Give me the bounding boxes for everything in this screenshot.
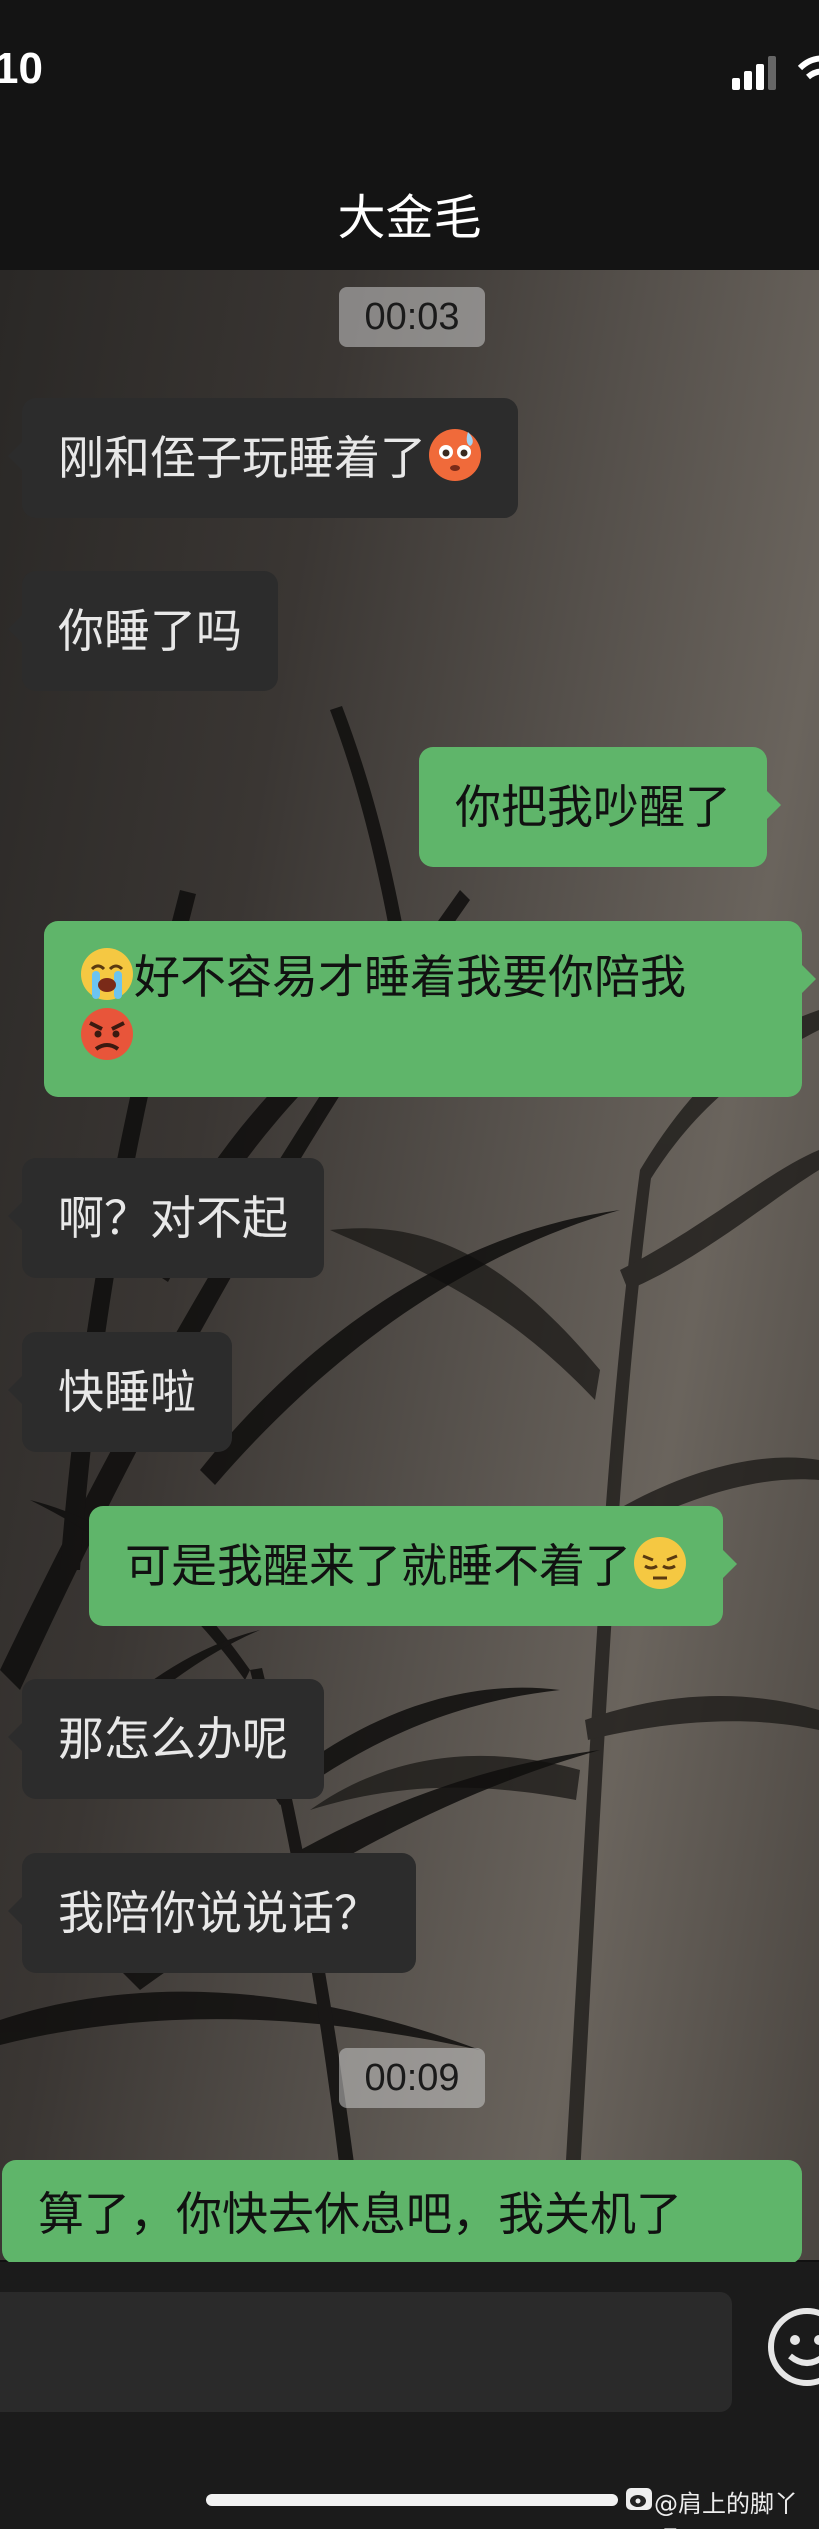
message-input[interactable] bbox=[0, 2292, 732, 2412]
message-text: 可是我醒来了就睡不着了 bbox=[125, 1539, 631, 1593]
incoming-message[interactable]: 刚和侄子玩睡着了 bbox=[8, 398, 518, 518]
status-time: 10 bbox=[0, 44, 43, 93]
pensive-face-emoji bbox=[634, 1537, 686, 1589]
message-text: 算了，你快去休息吧，我关机了 bbox=[38, 2187, 682, 2241]
message-text: 刚和侄子玩睡着了 bbox=[58, 431, 426, 485]
chat-title: 大金毛 bbox=[337, 190, 482, 246]
incoming-message[interactable]: 我陪你说说话？ bbox=[8, 1853, 416, 1973]
home-indicator[interactable] bbox=[206, 2494, 618, 2506]
outgoing-message[interactable]: 算了，你快去休息吧，我关机了 bbox=[2, 2160, 802, 2264]
message-text: 啊？对不起 bbox=[58, 1191, 288, 1245]
angry-face-emoji bbox=[81, 1008, 133, 1060]
incoming-message[interactable]: 啊？对不起 bbox=[8, 1158, 324, 1278]
message-timestamp: 00:09 bbox=[339, 2048, 485, 2108]
message-text: 你把我吵醒了 bbox=[455, 780, 731, 834]
outgoing-message[interactable]: 你把我吵醒了 bbox=[419, 747, 781, 867]
crying-face-emoji bbox=[81, 948, 133, 1000]
message-text: 好不容易才睡着我要你陪我 bbox=[134, 950, 686, 1004]
outgoing-message[interactable]: 可是我醒来了就睡不着了 bbox=[89, 1506, 737, 1626]
incoming-message[interactable]: 快睡啦 bbox=[8, 1332, 232, 1452]
wifi-icon bbox=[798, 55, 819, 80]
cellular-signal-icon bbox=[732, 56, 776, 90]
message-text: 那怎么办呢 bbox=[58, 1712, 288, 1766]
status-bar: 10 bbox=[0, 0, 819, 150]
message-text: 你睡了吗 bbox=[58, 604, 242, 658]
message-timestamp: 00:03 bbox=[339, 287, 485, 347]
incoming-message[interactable]: 你睡了吗 bbox=[8, 571, 278, 691]
outgoing-message[interactable]: 好不容易才睡着我要你陪我 bbox=[44, 921, 816, 1097]
incoming-message[interactable]: 那怎么办呢 bbox=[8, 1679, 324, 1799]
chat-header: 大金毛 bbox=[0, 150, 819, 270]
emoji-picker-icon[interactable] bbox=[762, 2302, 819, 2392]
flushed-face-emoji bbox=[429, 429, 481, 481]
watermark-label: @肩上的脚丫吧 bbox=[654, 2490, 798, 2529]
message-text: 快睡啦 bbox=[58, 1365, 196, 1419]
message-text: 我陪你说说话？ bbox=[58, 1886, 380, 1940]
watermark-text: @肩上的脚丫吧 bbox=[624, 2484, 819, 2529]
